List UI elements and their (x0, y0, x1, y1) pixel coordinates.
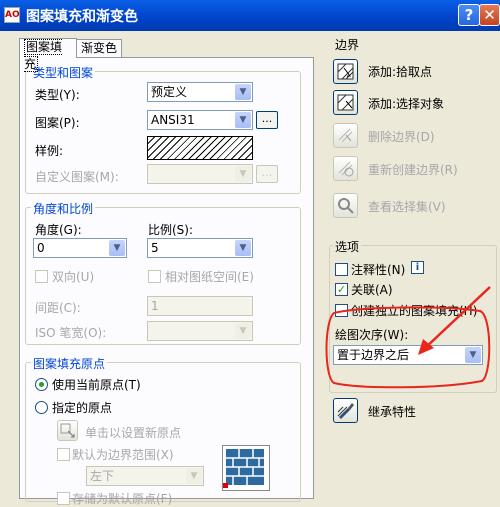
chevron-down-icon: ▼ (186, 468, 202, 484)
view-selection-button[interactable] (333, 193, 358, 218)
remove-boundary-label: 删除边界(D) (368, 130, 435, 144)
sample-label: 样例: (35, 144, 64, 158)
type-select-value: 预定义 (151, 85, 188, 99)
magnifier-icon (338, 198, 354, 214)
extent-position-value: 左下 (90, 469, 115, 483)
chevron-down-icon: ▼ (235, 240, 251, 256)
spacing-label: 间距(C): (35, 301, 81, 315)
double-label: 双向(U) (52, 270, 95, 284)
scale-select[interactable]: 5 ▼ (147, 238, 253, 258)
boundary-title: 边界 (333, 36, 362, 53)
angle-select-value: 0 (37, 241, 45, 255)
annotation-arrow-line (423, 286, 491, 350)
brick-pattern-icon (223, 449, 264, 488)
info-icon[interactable]: i (411, 261, 424, 274)
tab-gradient[interactable]: 渐变色 (76, 39, 122, 57)
select-objects-label: 添加:选择对象 (368, 97, 445, 111)
default-extent-checkbox[interactable] (57, 448, 70, 461)
type-select[interactable]: 预定义 ▼ (147, 82, 253, 102)
chevron-down-icon: ▼ (235, 112, 251, 128)
specified-origin-label: 指定的原点 (52, 401, 113, 415)
annotation-overlay (325, 286, 491, 389)
annotative-label: 注释性(N) (351, 263, 406, 277)
scale-label: 比例(S): (148, 223, 194, 237)
type-label: 类型(Y): (35, 88, 80, 102)
chevron-down-icon: ▼ (235, 166, 251, 182)
pattern-select[interactable]: ANSI31 ▼ (147, 110, 253, 130)
window-title: 图案填充和渐变色 (26, 9, 138, 25)
tab-hatch[interactable]: 图案填充 (19, 38, 77, 72)
annotative-checkbox[interactable] (335, 263, 348, 276)
spacing-input[interactable]: 1 (147, 296, 253, 316)
angle-select[interactable]: 0 ▼ (33, 238, 127, 258)
pick-points-label: 添加:拾取点 (368, 65, 433, 79)
options-title: 选项 (333, 238, 362, 255)
relative-paperspace-checkbox[interactable] (148, 270, 161, 283)
inherit-properties-button[interactable] (333, 398, 358, 423)
pick-points-button[interactable] (333, 59, 358, 84)
iso-pen-label: ISO 笔宽(O): (35, 326, 107, 340)
origin-title: 图案填充原点 (31, 355, 108, 372)
iso-pen-select[interactable]: ▼ (147, 321, 253, 341)
recreate-boundary-icon (338, 161, 354, 177)
remove-boundary-icon (338, 128, 353, 143)
tab-gradient-label: 渐变色 (81, 41, 118, 55)
inherit-properties-label: 继承特性 (368, 405, 417, 419)
custom-pattern-label: 自定义图案(M): (35, 170, 119, 184)
specified-origin-radio[interactable] (35, 401, 48, 414)
set-origin-button[interactable] (57, 420, 78, 441)
annotation-circle (325, 306, 491, 389)
extent-position-select[interactable]: 左下 ▼ (86, 466, 204, 486)
select-objects-button[interactable] (333, 90, 358, 115)
app-icon: AO (4, 7, 20, 23)
chevron-down-icon: ▼ (235, 84, 251, 100)
angle-scale-title: 角度和比例 (31, 200, 96, 217)
boundary-divider (329, 48, 330, 228)
view-selection-label: 查看选择集(V) (368, 200, 446, 214)
close-button[interactable]: ✕ (479, 4, 500, 26)
default-extent-label: 默认为边界范围(X) (72, 448, 174, 462)
crosshair-pick-icon (60, 423, 75, 438)
custom-pattern-select[interactable]: ▼ (147, 164, 253, 184)
use-current-origin-label: 使用当前原点(T) (52, 378, 141, 392)
chevron-down-icon: ▼ (235, 323, 251, 339)
remove-boundary-button[interactable] (333, 123, 358, 148)
use-current-origin-radio[interactable] (35, 378, 48, 391)
pattern-select-value: ANSI31 (151, 113, 195, 127)
recreate-boundary-label: 重新创建边界(R) (368, 163, 458, 177)
pattern-browse-button[interactable]: ... (256, 111, 278, 129)
recreate-boundary-button[interactable] (333, 156, 358, 181)
custom-browse-button[interactable]: ... (256, 165, 278, 183)
angle-label: 角度(G): (35, 223, 82, 237)
double-checkbox[interactable] (35, 270, 48, 283)
pattern-sample-swatch[interactable] (147, 136, 253, 160)
brush-icon (337, 403, 354, 419)
spacing-value: 1 (151, 299, 159, 313)
type-pattern-title: 类型和图案 (31, 64, 96, 81)
set-origin-label: 单击以设置新原点 (85, 426, 182, 440)
scale-select-value: 5 (151, 241, 159, 255)
pick-points-icon (337, 63, 354, 80)
origin-preview (222, 445, 270, 491)
select-objects-icon (337, 94, 354, 111)
help-button[interactable]: ? (458, 4, 480, 26)
chevron-down-icon: ▼ (109, 240, 125, 256)
pattern-label: 图案(P): (35, 116, 80, 130)
relative-paperspace-label: 相对图纸空间(E) (165, 270, 254, 284)
